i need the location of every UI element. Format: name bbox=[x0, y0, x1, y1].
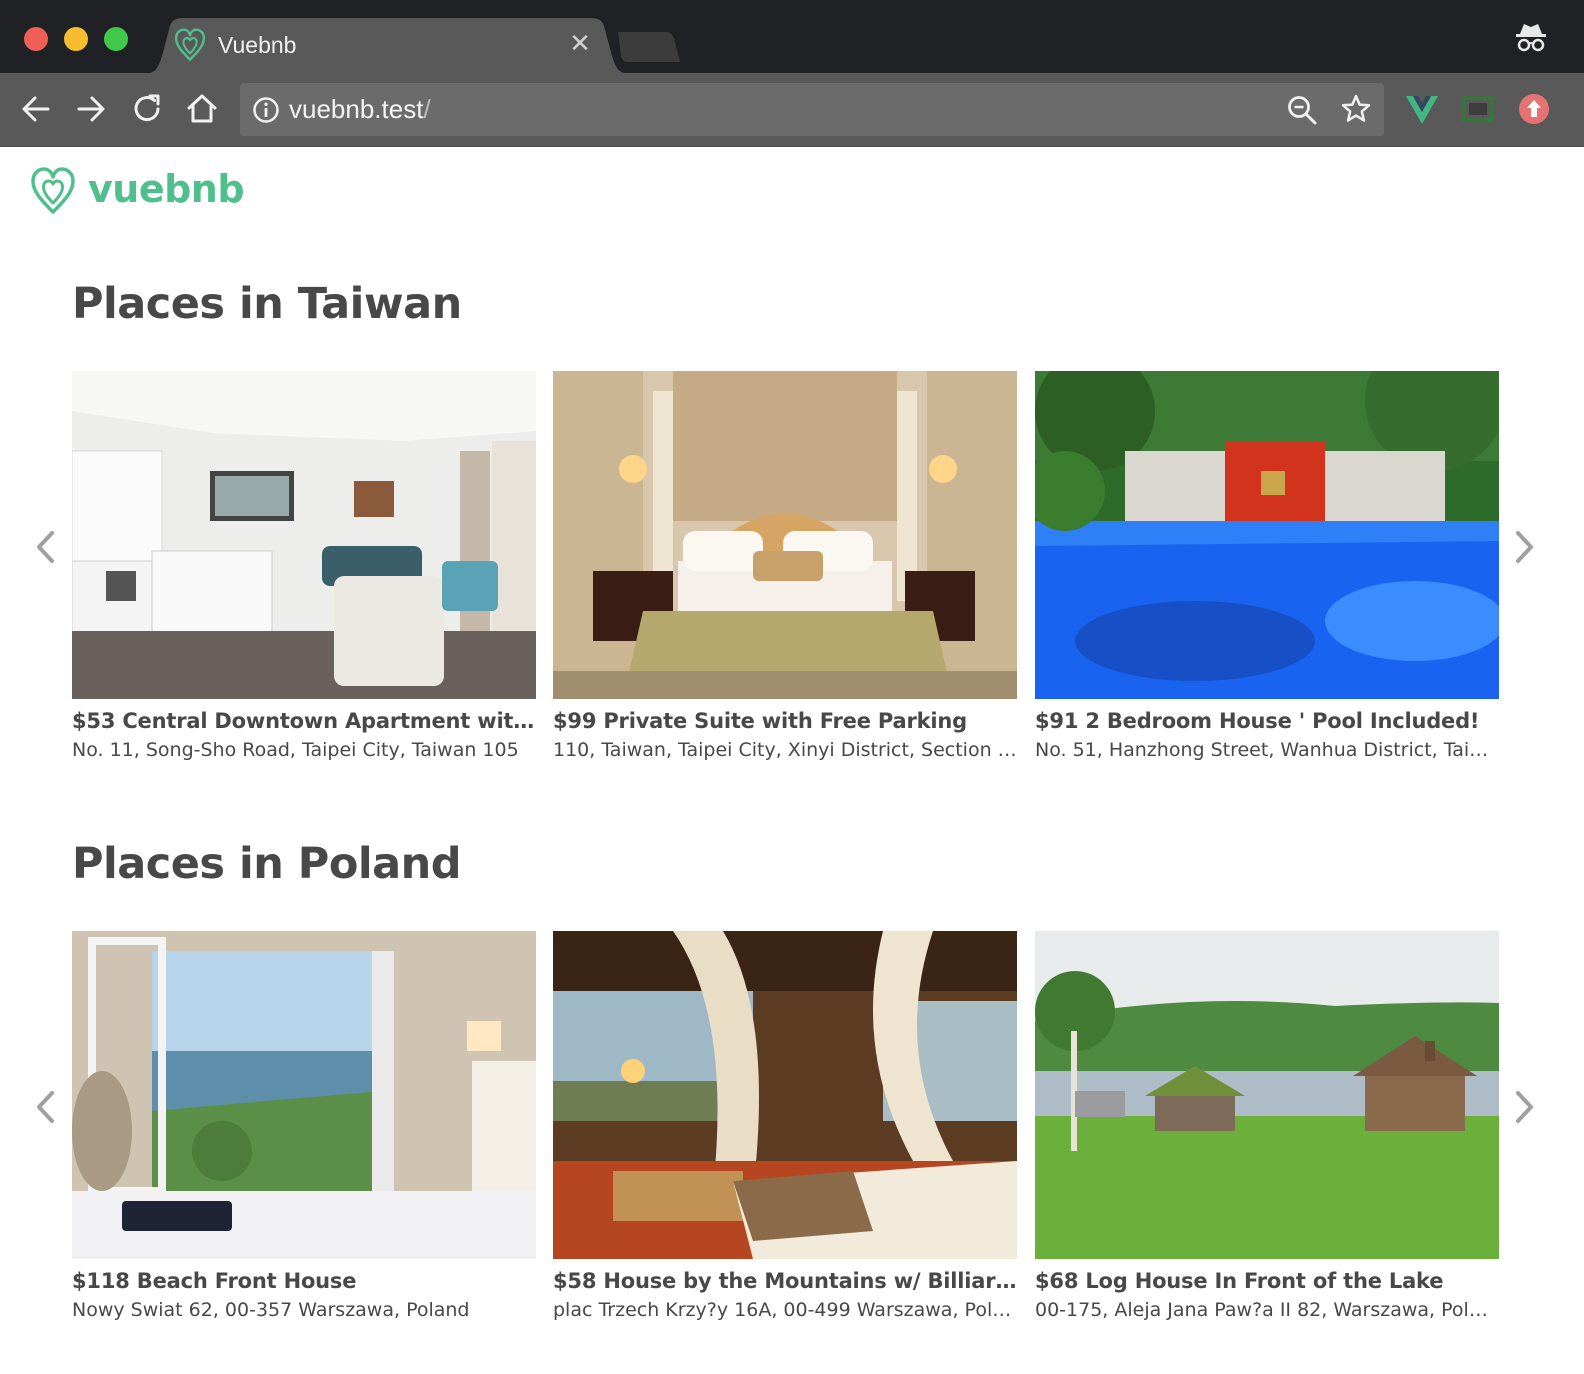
living-room-photo[interactable] bbox=[72, 371, 536, 699]
listing-carousel: $118 Beach Front House Nowy Swiat 62, 00… bbox=[0, 931, 1584, 1331]
new-tab-button[interactable] bbox=[616, 32, 680, 62]
page-content: vuebnb Places in Taiwan $53 Central Down… bbox=[0, 147, 1584, 1374]
url-host: vuebnb.test bbox=[289, 94, 424, 124]
tab-close-icon[interactable]: ✕ bbox=[566, 30, 594, 58]
vuebnb-logo-icon bbox=[174, 28, 206, 61]
maximize-window-button[interactable] bbox=[104, 27, 128, 51]
tab-title: Vuebnb bbox=[218, 32, 297, 58]
section-title: Places in Taiwan bbox=[72, 279, 462, 329]
listing-address: 110, Taiwan, Taipei City, Xinyi District… bbox=[553, 739, 1017, 761]
listing-title[interactable]: $91 2 Bedroom House ' Pool Included! bbox=[1035, 709, 1499, 733]
browser-tab-active[interactable]: Vuebnb ✕ bbox=[142, 18, 632, 74]
browser-toolbar: vuebnb.test/ bbox=[0, 73, 1584, 147]
listing-title[interactable]: $99 Private Suite with Free Parking bbox=[553, 709, 1017, 733]
listing-title[interactable]: $118 Beach Front House bbox=[72, 1269, 536, 1293]
chevron-left-icon[interactable] bbox=[32, 529, 60, 565]
info-icon[interactable] bbox=[252, 96, 280, 124]
listing-title[interactable]: $53 Central Downtown Apartment with Amen… bbox=[72, 709, 536, 733]
incognito-icon[interactable] bbox=[1514, 20, 1548, 54]
chevron-right-icon[interactable] bbox=[1510, 529, 1538, 565]
browser-titlebar: Vuebnb ✕ bbox=[0, 0, 1584, 74]
listing-address: No. 11, Song-Sho Road, Taipei City, Taiw… bbox=[72, 739, 519, 761]
chevron-left-icon[interactable] bbox=[32, 1089, 60, 1125]
url-path: / bbox=[423, 94, 431, 124]
screenshot-extension-icon[interactable] bbox=[1460, 91, 1496, 127]
home-icon[interactable] bbox=[184, 91, 220, 127]
zoom-icon[interactable] bbox=[1286, 94, 1318, 126]
listing-title[interactable]: $68 Log House In Front of the Lake bbox=[1035, 1269, 1499, 1293]
address-bar[interactable]: vuebnb.test/ bbox=[240, 83, 1384, 136]
arrow-right-icon[interactable] bbox=[73, 91, 109, 127]
close-window-button[interactable] bbox=[24, 27, 48, 51]
listing-address: No. 51, Hanzhong Street, Wanhua District… bbox=[1035, 739, 1499, 761]
section-title: Places in Poland bbox=[72, 839, 462, 889]
listing-title[interactable]: $58 House by the Mountains w/ Billiards! bbox=[553, 1269, 1017, 1293]
listing-address: 00-175, Aleja Jana Paw?a II 82, Warszawa… bbox=[1035, 1299, 1499, 1321]
pool-photo[interactable] bbox=[1035, 371, 1499, 699]
url-text[interactable]: vuebnb.test/ bbox=[289, 94, 431, 125]
lodge-bedroom-photo[interactable] bbox=[553, 931, 1017, 1259]
bedroom-suite-photo[interactable] bbox=[553, 371, 1017, 699]
upload-extension-icon[interactable] bbox=[1516, 91, 1552, 127]
listing-address: plac Trzech Krzy?y 16A, 00-499 Warszawa,… bbox=[553, 1299, 1017, 1321]
vuebnb-logo-icon[interactable] bbox=[30, 167, 76, 215]
chevron-right-icon[interactable] bbox=[1510, 1089, 1538, 1125]
brand-name[interactable]: vuebnb bbox=[88, 167, 245, 211]
minimize-window-button[interactable] bbox=[64, 27, 88, 51]
reload-icon[interactable] bbox=[129, 91, 165, 127]
vue-devtools-extension-icon[interactable] bbox=[1404, 91, 1440, 127]
beach-bedroom-photo[interactable] bbox=[72, 931, 536, 1259]
lake-cabins-photo[interactable] bbox=[1035, 931, 1499, 1259]
arrow-left-icon[interactable] bbox=[18, 91, 54, 127]
listing-carousel: $53 Central Downtown Apartment with Amen… bbox=[0, 371, 1584, 771]
tab-shape bbox=[142, 18, 632, 74]
listing-address: Nowy Swiat 62, 00-357 Warszawa, Poland bbox=[72, 1299, 470, 1321]
star-icon[interactable] bbox=[1340, 93, 1372, 125]
